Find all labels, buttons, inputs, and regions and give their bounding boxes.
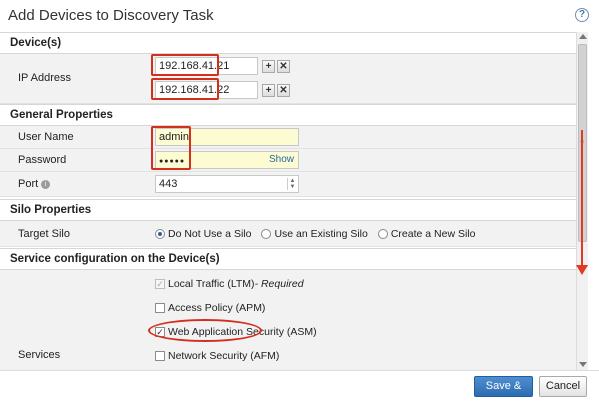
username-label: User Name	[18, 131, 74, 143]
password-row: Password ●●●●● Show	[0, 149, 576, 172]
target-silo-radio-group: Do Not Use a Silo Use an Existing Silo C…	[155, 228, 485, 240]
arrow-down-icon	[576, 265, 588, 275]
services-row: Services ✓ Local Traffic (LTM) - Require…	[0, 270, 576, 370]
remove-ip-button-2[interactable]: ✕	[277, 84, 290, 97]
ip-address-row: IP Address 192.168.41.21 + ✕ 192.168.41.…	[0, 54, 576, 104]
port-label-group: Port i	[18, 178, 51, 190]
add-devices-dialog: Add Devices to Discovery Task ? Device(s…	[0, 0, 599, 402]
port-stepper-icon[interactable]: ▲ ▼	[287, 178, 297, 190]
port-input[interactable]: 443 ▲ ▼	[155, 175, 299, 193]
service-label-afm: Network Security (AFM)	[168, 350, 280, 362]
scroll-down-icon[interactable]	[579, 362, 587, 367]
radio-do-not-use-silo[interactable]	[155, 229, 165, 239]
scroll-annotation-arrow-line	[581, 130, 583, 266]
username-row: User Name admin	[0, 126, 576, 149]
service-item-ltm: ✓ Local Traffic (LTM) - Required	[155, 278, 304, 290]
cancel-button[interactable]: Cancel	[539, 376, 587, 397]
radio-label-use-existing-silo: Use an Existing Silo	[274, 228, 368, 240]
service-label-ltm: Local Traffic (LTM)	[168, 278, 255, 290]
password-label: Password	[18, 154, 67, 166]
remove-ip-button-1[interactable]: ✕	[277, 60, 290, 73]
scroll-up-icon[interactable]	[579, 34, 587, 39]
ip-highlight-box-1	[151, 54, 219, 76]
checkbox-ltm: ✓	[155, 279, 165, 289]
target-silo-row: Target Silo Do Not Use a Silo Use an Exi…	[0, 221, 576, 247]
radio-create-new-silo[interactable]	[377, 229, 388, 239]
checkbox-afm[interactable]	[155, 351, 165, 361]
save-close-button[interactable]: Save & Close	[474, 376, 533, 402]
service-item-afm: Network Security (AFM)	[155, 350, 279, 362]
show-password-link[interactable]: Show	[269, 154, 294, 165]
devices-section-header: Device(s)	[0, 32, 576, 54]
asm-highlight-ellipse	[148, 319, 262, 342]
port-label: Port	[18, 178, 39, 190]
dialog-content: Device(s) IP Address 192.168.41.21 + ✕ 1…	[0, 32, 576, 370]
general-section-header: General Properties	[0, 104, 576, 126]
add-ip-button-2[interactable]: +	[262, 84, 275, 97]
ip-address-label: IP Address	[18, 72, 71, 84]
help-icon[interactable]: ?	[575, 8, 589, 22]
credentials-highlight-box	[151, 126, 191, 170]
radio-use-existing-silo[interactable]	[261, 229, 272, 239]
checkbox-apm[interactable]	[155, 303, 165, 313]
silo-section-header: Silo Properties	[0, 199, 576, 221]
port-row: Port i 443 ▲ ▼	[0, 172, 576, 197]
dialog-title: Add Devices to Discovery Task	[8, 7, 214, 24]
service-required-note: - Required	[254, 278, 304, 290]
port-value: 443	[159, 178, 178, 190]
ip-highlight-box-2	[151, 78, 219, 100]
target-silo-label: Target Silo	[18, 228, 70, 240]
services-label: Services	[18, 349, 61, 361]
service-label-apm: Access Policy (APM)	[168, 302, 266, 314]
info-icon[interactable]: i	[41, 179, 51, 189]
radio-label-do-not-use-silo: Do Not Use a Silo	[168, 228, 252, 240]
service-item-apm: Access Policy (APM)	[155, 302, 265, 314]
radio-label-create-new-silo: Create a New Silo	[390, 228, 476, 240]
dialog-footer: Save & Close Cancel	[0, 370, 599, 402]
service-section-header: Service configuration on the Device(s)	[0, 248, 576, 270]
dialog-title-bar: Add Devices to Discovery Task ?	[0, 0, 599, 32]
add-ip-button-1[interactable]: +	[262, 60, 275, 73]
